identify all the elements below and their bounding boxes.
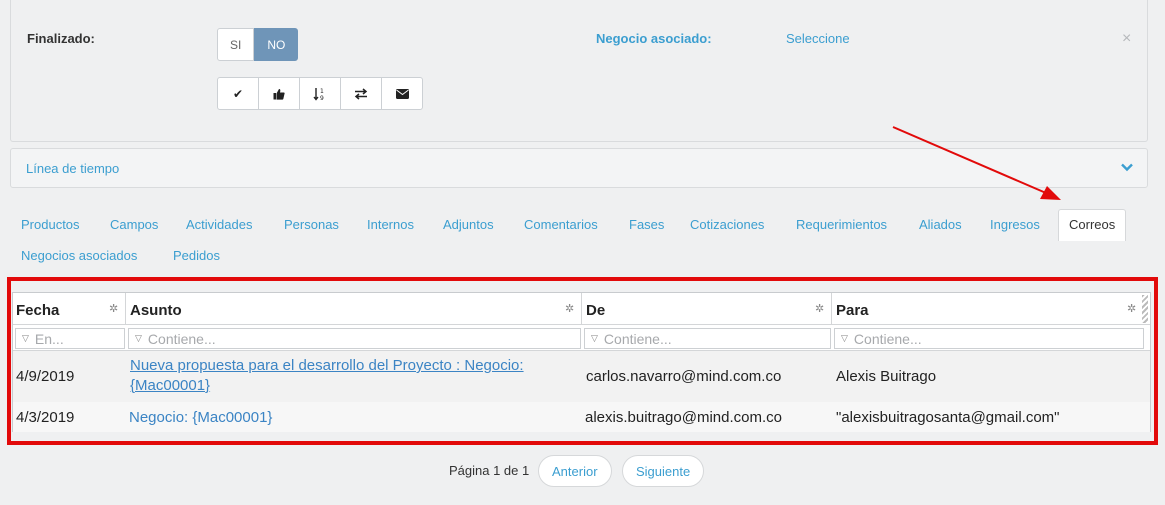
tab-aliados[interactable]: Aliados — [919, 217, 962, 232]
tab-productos[interactable]: Productos — [21, 217, 80, 232]
negocio-asociado-label: Negocio asociado: — [596, 31, 712, 46]
tab-cotizaciones[interactable]: Cotizaciones — [690, 217, 764, 232]
tab-ingresos[interactable]: Ingresos — [990, 217, 1040, 232]
highlight-box — [7, 277, 1158, 445]
tab-pedidos[interactable]: Pedidos — [173, 248, 220, 263]
pagination: Página 1 de 1 Anterior Siguiente — [0, 455, 1165, 487]
toggle-si-option[interactable]: SI — [217, 28, 255, 61]
next-page-button[interactable]: Siguiente — [622, 455, 705, 487]
close-icon[interactable]: × — [1122, 30, 1131, 48]
page-indicator: Página 1 de 1 — [449, 463, 530, 478]
sort-numeric-icon[interactable]: 19 — [299, 77, 341, 110]
tab-personas[interactable]: Personas — [284, 217, 339, 232]
previous-page-button[interactable]: Anterior — [538, 455, 612, 487]
tab-fases[interactable]: Fases — [629, 217, 664, 232]
finalizado-toggle[interactable]: SI NO — [217, 28, 299, 61]
tab-negocios-asociados[interactable]: Negocios asociados — [21, 248, 137, 263]
finalizado-label: Finalizado: — [27, 31, 95, 46]
tab-correos[interactable]: Correos — [1058, 209, 1127, 241]
check-icon[interactable]: ✔ — [217, 77, 259, 110]
tab-internos[interactable]: Internos — [367, 217, 414, 232]
exchange-icon[interactable] — [340, 77, 382, 110]
svg-text:1: 1 — [320, 88, 324, 95]
chevron-down-icon[interactable] — [1119, 159, 1135, 175]
action-button-group: ✔ 19 — [217, 77, 423, 110]
tab-comentarios[interactable]: Comentarios — [524, 217, 598, 232]
tab-actividades[interactable]: Actividades — [186, 217, 252, 232]
tab-adjuntos[interactable]: Adjuntos — [443, 217, 494, 232]
deal-detail-panel: Finalizado: SI NO ✔ 19 Negocio asociado:… — [10, 0, 1148, 142]
envelope-icon[interactable] — [381, 77, 423, 110]
tab-campos[interactable]: Campos — [110, 217, 158, 232]
timeline-title: Línea de tiempo — [26, 161, 120, 176]
svg-text:9: 9 — [320, 95, 324, 101]
seleccione-link[interactable]: Seleccione — [786, 31, 850, 46]
timeline-panel[interactable]: Línea de tiempo — [10, 148, 1148, 188]
toggle-no-option[interactable]: NO — [254, 28, 299, 61]
thumbs-up-icon[interactable] — [258, 77, 300, 110]
tab-requerimientos[interactable]: Requerimientos — [796, 217, 887, 232]
